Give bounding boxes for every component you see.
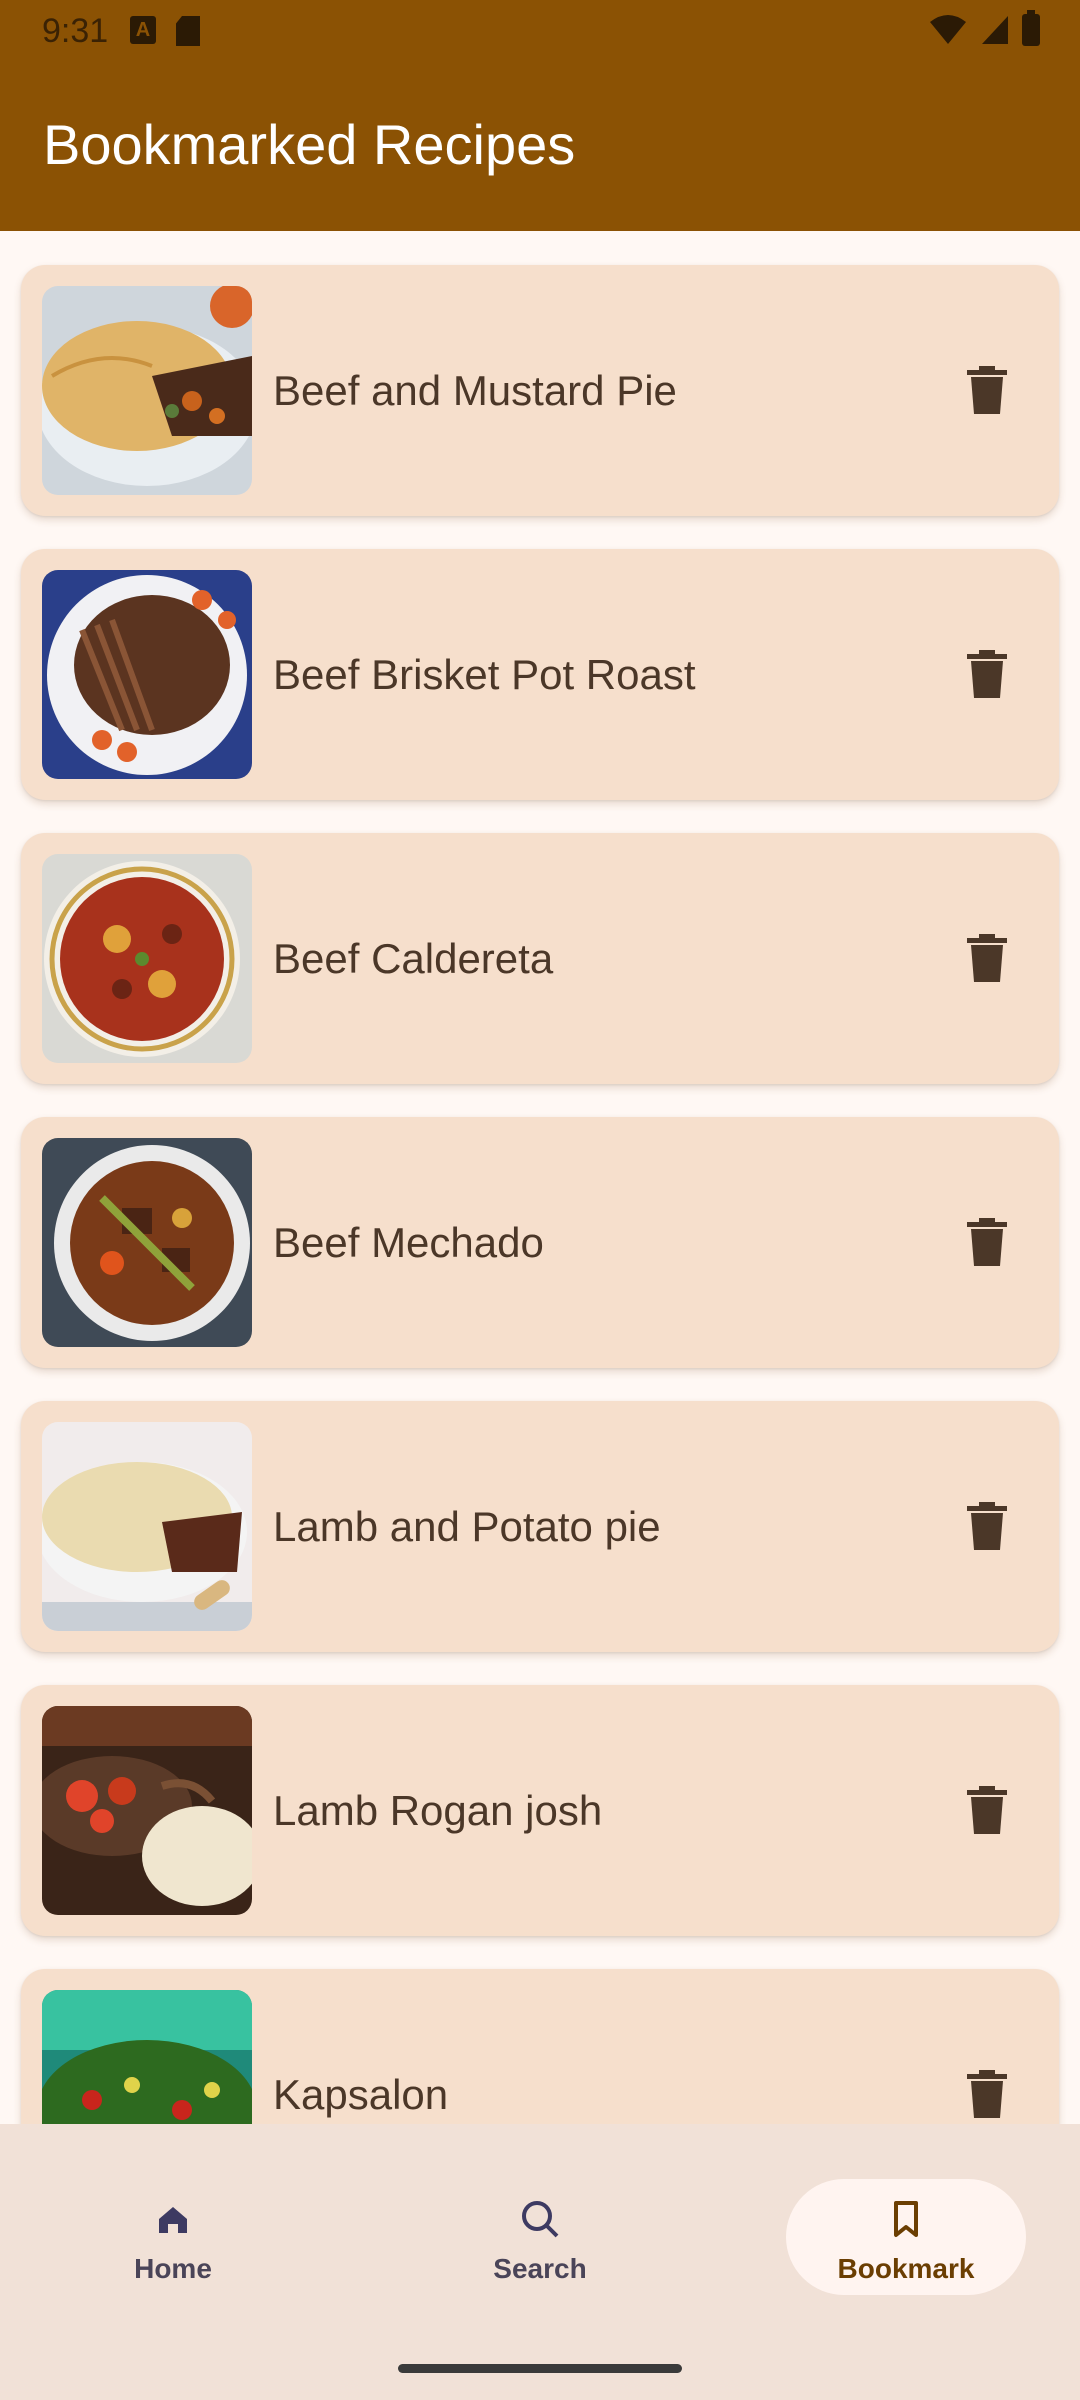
trash-icon (967, 1786, 1007, 1834)
recipe-card[interactable]: Kapsalon (21, 1969, 1059, 2124)
signal-icon (982, 16, 1008, 44)
home-icon (159, 2207, 187, 2233)
rogan-josh-image (42, 1706, 252, 1915)
recipe-title: Beef Brisket Pot Roast (273, 651, 696, 698)
status-bar: 9:31 A (0, 0, 1080, 64)
recipe-title: Beef and Mustard Pie (273, 367, 677, 414)
delete-button[interactable] (957, 2064, 1017, 2124)
wifi-icon (930, 15, 966, 44)
recipe-thumbnail (42, 1990, 252, 2124)
recipe-thumbnail (42, 854, 252, 1063)
nav-bookmark[interactable]: Bookmark (786, 2179, 1026, 2295)
pie-image (42, 286, 252, 495)
nav-home-label: Home (134, 2253, 212, 2284)
status-time: 9:31 (42, 12, 109, 50)
recipe-title: Kapsalon (273, 2071, 449, 2118)
kapsalon-image (42, 1990, 252, 2124)
mechado-image (42, 1138, 252, 1347)
sd-card-icon (176, 16, 200, 46)
recipe-thumbnail (42, 1422, 252, 1631)
search-icon (522, 2201, 559, 2238)
brisket-image (42, 570, 252, 779)
bookmark-icon (894, 2201, 918, 2237)
lamb-pie-image (42, 1422, 252, 1631)
delete-button[interactable] (957, 928, 1017, 988)
recipe-thumbnail (42, 1706, 252, 1915)
recipe-card[interactable]: Beef Mechado (21, 1117, 1059, 1368)
recipe-card[interactable]: Lamb Rogan josh (21, 1685, 1059, 1936)
delete-button[interactable] (957, 1496, 1017, 1556)
battery-icon (1022, 10, 1040, 46)
recipe-card[interactable]: Beef Caldereta (21, 833, 1059, 1084)
nav-home[interactable]: Home (53, 2179, 293, 2295)
trash-icon (967, 934, 1007, 982)
nav-bookmark-label: Bookmark (837, 2253, 975, 2284)
delete-button[interactable] (957, 1780, 1017, 1840)
recipe-card[interactable]: Lamb and Potato pie (21, 1401, 1059, 1652)
gesture-handle[interactable] (398, 2364, 682, 2373)
trash-icon (967, 650, 1007, 698)
recipe-title: Lamb and Potato pie (273, 1503, 661, 1550)
trash-icon (967, 1502, 1007, 1550)
recipe-title: Lamb Rogan josh (273, 1787, 603, 1834)
recipe-list[interactable]: Beef and Mustard Pie Beef Brisket Pot Ro… (0, 231, 1080, 2124)
bottom-navigation: Home Search Bookmark (0, 2124, 1080, 2400)
top-app-bar: 9:31 A Bookmarked Recipes (0, 0, 1080, 231)
trash-icon (967, 2070, 1007, 2118)
caldereta-image (42, 854, 252, 1063)
recipe-thumbnail (42, 286, 252, 495)
page-title: Bookmarked Recipes (43, 113, 576, 176)
delete-button[interactable] (957, 1212, 1017, 1272)
delete-button[interactable] (957, 644, 1017, 704)
recipe-card[interactable]: Beef Brisket Pot Roast (21, 549, 1059, 800)
app-root: 9:31 A Bookmarked Recipes Beef and Musta… (0, 0, 1080, 2400)
notification-a-icon: A (130, 16, 156, 44)
trash-icon (967, 366, 1007, 414)
nav-search-label: Search (493, 2253, 587, 2284)
recipe-title: Beef Caldereta (273, 935, 554, 982)
nav-search[interactable]: Search (420, 2179, 660, 2295)
recipe-thumbnail (42, 1138, 252, 1347)
recipe-thumbnail (42, 570, 252, 779)
delete-button[interactable] (957, 360, 1017, 420)
trash-icon (967, 1218, 1007, 1266)
recipe-card[interactable]: Beef and Mustard Pie (21, 265, 1059, 516)
recipe-title: Beef Mechado (273, 1219, 544, 1266)
